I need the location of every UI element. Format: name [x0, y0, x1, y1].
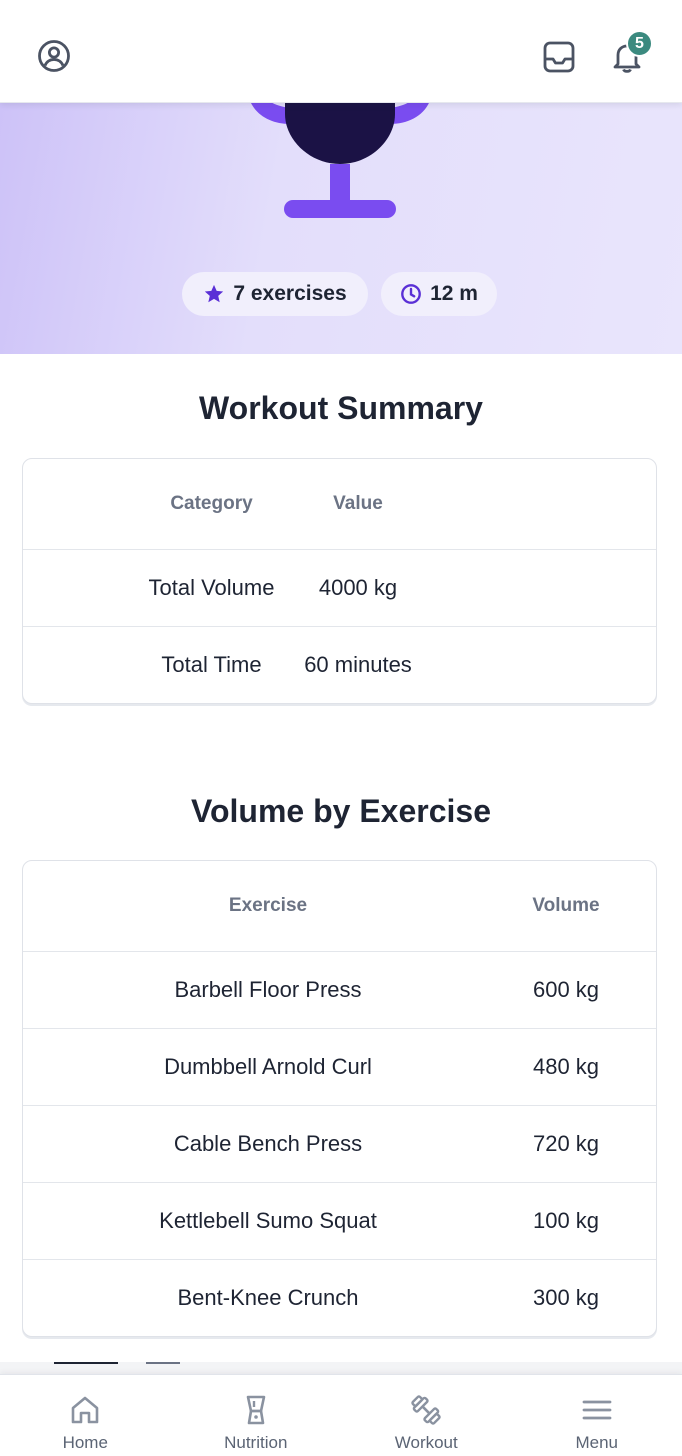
table-row: Bent-Knee Crunch 300 kg	[23, 1259, 656, 1336]
table-row: Barbell Floor Press 600 kg	[23, 951, 656, 1028]
column-header-volume: Volume	[513, 861, 656, 951]
value-cell: 4000 kg	[318, 575, 398, 600]
duration-chip: 12 m	[381, 272, 497, 316]
table-row: Total Time 60 minutes	[23, 626, 656, 703]
table-row: Total Volume 4000 kg	[23, 549, 656, 626]
user-circle-icon[interactable]	[34, 36, 74, 76]
exercise-cell: Dumbbell Arnold Curl	[164, 1054, 372, 1079]
dumbbell-icon	[408, 1393, 444, 1427]
column-header-exercise: Exercise	[228, 895, 308, 916]
column-header-volume-label: Volume	[532, 895, 600, 916]
nav-item-home[interactable]: Home	[0, 1375, 171, 1456]
value-cell: 60 minutes	[304, 652, 412, 677]
table-header-row: Exercise Volume	[23, 861, 656, 951]
trophy-icon	[240, 102, 440, 224]
inbox-icon[interactable]	[540, 38, 578, 76]
volume-cell: 720 kg	[513, 1106, 656, 1182]
table-header-row: Category Value	[23, 459, 656, 549]
workout-summary-table: Category Value Total Volume 4000 kg Tota…	[22, 458, 657, 704]
table-row: Kettlebell Sumo Squat 100 kg	[23, 1182, 656, 1259]
column-header-value: Value	[333, 493, 383, 514]
volume-by-exercise-title: Volume by Exercise	[191, 793, 491, 829]
notification-badge: 5	[626, 30, 653, 57]
bottom-navigation: Home Nutrition Workout Menu	[0, 1374, 682, 1456]
nav-label-home: Home	[62, 1433, 108, 1452]
nav-label-nutrition: Nutrition	[224, 1433, 288, 1452]
exercise-cell: Kettlebell Sumo Squat	[159, 1208, 377, 1233]
home-icon	[67, 1393, 103, 1427]
volume-value: 600 kg	[532, 977, 600, 1002]
volume-by-exercise-table: Exercise Volume Barbell Floor Press 600 …	[22, 860, 657, 1337]
nav-label-menu: Menu	[575, 1433, 619, 1452]
menu-icon	[579, 1393, 615, 1427]
top-app-bar: 5	[0, 0, 682, 103]
nav-item-workout[interactable]: Workout	[341, 1375, 512, 1456]
volume-cell: 600 kg	[513, 952, 656, 1028]
star-icon	[203, 283, 225, 305]
exercise-count-chip: 7 exercises	[182, 272, 368, 316]
nav-item-nutrition[interactable]: Nutrition	[171, 1375, 342, 1456]
nav-item-menu[interactable]: Menu	[512, 1375, 682, 1456]
table-row: Dumbbell Arnold Curl 480 kg	[23, 1028, 656, 1105]
clock-icon	[400, 283, 422, 305]
exercise-cell: Barbell Floor Press	[174, 977, 362, 1002]
peek-divider	[54, 1362, 118, 1364]
volume-cell: 480 kg	[513, 1029, 656, 1105]
volume-value: 100 kg	[532, 1208, 600, 1233]
peek-divider	[146, 1362, 180, 1364]
volume-value: 300 kg	[532, 1285, 600, 1310]
workout-summary-title: Workout Summary	[199, 390, 483, 426]
exercise-count-label: 7 exercises	[233, 282, 347, 305]
workout-hero: 7 exercises 12 m	[0, 102, 682, 354]
volume-value: 720 kg	[532, 1131, 600, 1156]
volume-value: 480 kg	[532, 1054, 600, 1079]
workout-detail-page: 5 7 exercises 12 m Workout Summary Categ…	[0, 0, 682, 1456]
volume-cell: 300 kg	[513, 1260, 656, 1336]
nav-label-workout: Workout	[394, 1433, 458, 1452]
volume-cell: 100 kg	[513, 1183, 656, 1259]
exercise-cell: Bent-Knee Crunch	[177, 1285, 359, 1310]
exercise-cell: Cable Bench Press	[173, 1131, 363, 1156]
blender-icon	[238, 1393, 274, 1427]
table-row: Cable Bench Press 720 kg	[23, 1105, 656, 1182]
duration-label: 12 m	[430, 282, 478, 305]
